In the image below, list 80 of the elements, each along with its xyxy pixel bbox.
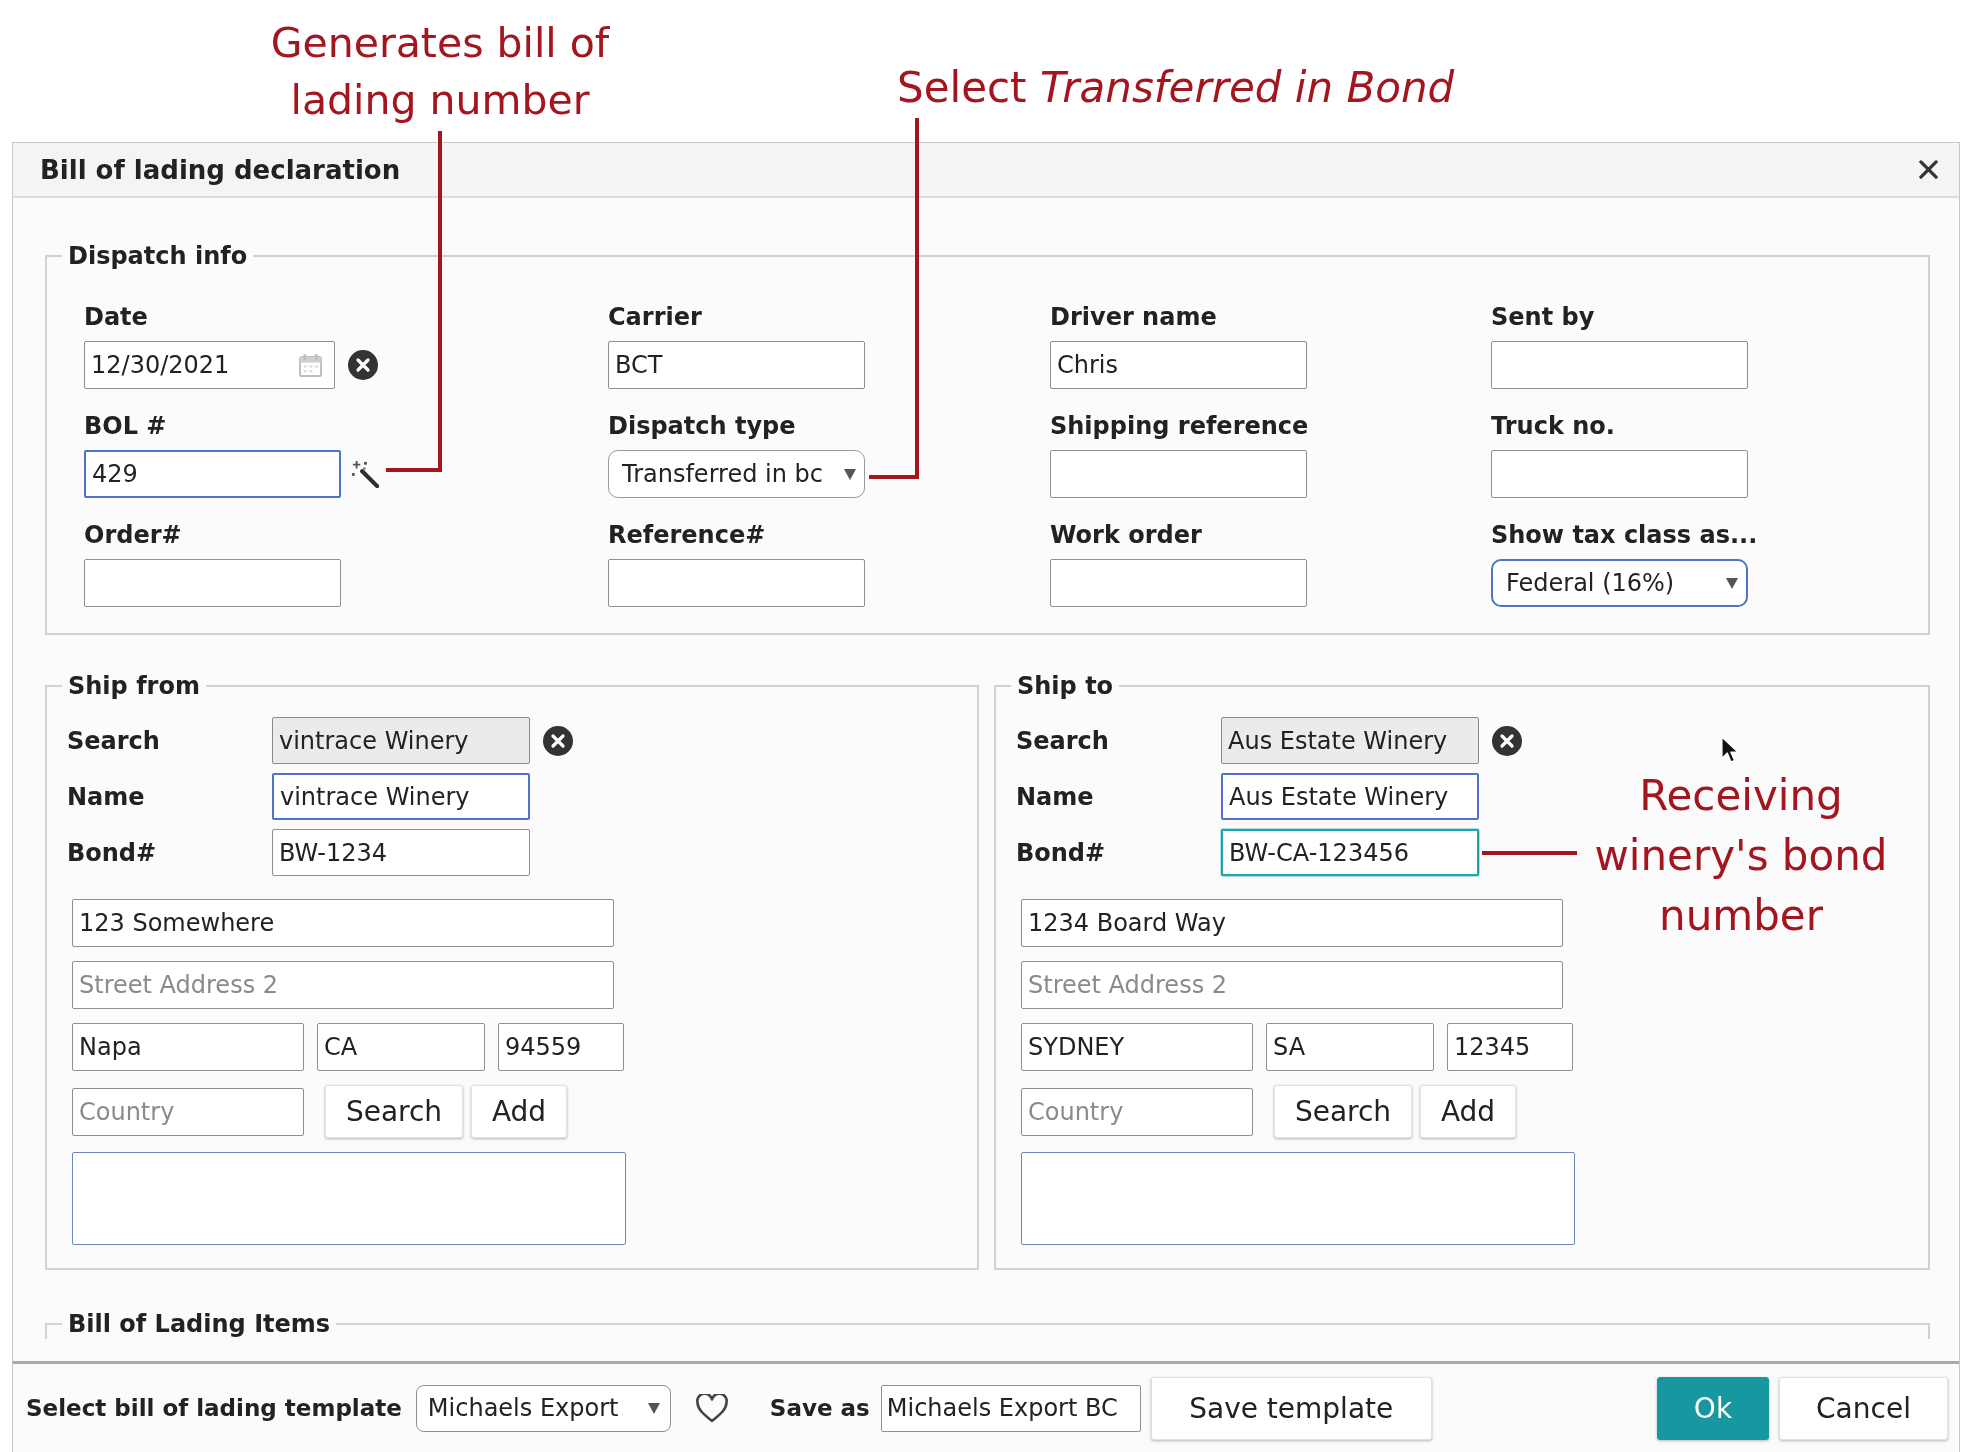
address-field[interactable]: Street Address 2 — [72, 961, 614, 1009]
text-field[interactable]: Chris — [1050, 341, 1307, 389]
field-label: Bond# — [67, 838, 158, 867]
text-field[interactable]: BW-CA-123456 — [1221, 829, 1479, 876]
add-button[interactable]: Add — [1420, 1085, 1516, 1138]
save-template-button[interactable]: Save template — [1150, 1376, 1432, 1440]
add-button[interactable]: Add — [471, 1085, 567, 1138]
text-field[interactable] — [608, 559, 865, 607]
section-title: Dispatch info — [67, 241, 249, 271]
field-label: Order# — [84, 520, 183, 550]
callout-text: Generates bill of lading number — [269, 18, 611, 126]
text-field[interactable] — [1050, 559, 1307, 607]
text-field[interactable]: BW-1234 — [272, 829, 530, 876]
clear-icon[interactable] — [543, 725, 573, 756]
country-field[interactable]: Country — [72, 1087, 304, 1136]
field-label: Work order — [1050, 520, 1203, 550]
text-field[interactable]: Aus Estate Winery — [1221, 717, 1479, 764]
heart-icon[interactable] — [695, 1393, 728, 1423]
date-field[interactable]: 12/30/2021 — [84, 341, 335, 389]
field-label: Search — [1016, 726, 1110, 755]
address-field[interactable]: Napa — [72, 1023, 304, 1071]
field-label: Name — [67, 782, 146, 811]
text-field[interactable] — [84, 559, 341, 607]
address-field[interactable]: 12345 — [1447, 1023, 1573, 1071]
text-field[interactable]: 429 — [84, 450, 341, 498]
address-field[interactable]: SA — [1266, 1023, 1434, 1071]
close-icon[interactable] — [1919, 160, 1938, 179]
field-label: Select bill of lading template — [26, 1395, 402, 1421]
field-label: Reference# — [608, 520, 767, 550]
calendar-icon[interactable] — [299, 353, 322, 377]
dropdown-select[interactable]: Federal (16%) — [1491, 559, 1748, 607]
caret-icon — [1726, 577, 1738, 589]
text-field[interactable]: vintrace Winery — [272, 773, 530, 820]
callout-text: Select Transferred in Bond — [897, 62, 1455, 114]
field-label: Show tax class as... — [1491, 520, 1759, 550]
field-label: BOL # — [84, 411, 168, 441]
text-field[interactable] — [1050, 450, 1307, 498]
dialog-title: Bill of lading declaration — [40, 154, 401, 185]
address-field[interactable]: 1234 Board Way — [1021, 899, 1563, 947]
address-field[interactable]: CA — [317, 1023, 485, 1071]
section-title: Bill of Lading Items — [67, 1309, 332, 1339]
search-button[interactable]: Search — [325, 1085, 463, 1138]
field-label: Date — [84, 302, 149, 332]
notes-field[interactable] — [72, 1152, 626, 1245]
field-label: Truck no. — [1491, 411, 1616, 441]
field-label: Driver name — [1050, 302, 1218, 332]
clear-icon[interactable] — [1492, 725, 1522, 756]
section-title: Ship to — [1016, 671, 1115, 701]
address-field[interactable]: Street Address 2 — [1021, 961, 1563, 1009]
notes-field[interactable] — [1021, 1152, 1575, 1245]
text-field[interactable] — [1491, 341, 1748, 389]
field-label: Bond# — [1016, 838, 1107, 867]
address-field[interactable]: SYDNEY — [1021, 1023, 1253, 1071]
address-field[interactable]: 94559 — [498, 1023, 624, 1071]
dropdown-select[interactable]: Transferred in bc — [608, 450, 865, 498]
search-button[interactable]: Search — [1274, 1085, 1412, 1138]
cursor-icon — [1721, 736, 1739, 763]
magic-wand-icon[interactable] — [351, 460, 379, 488]
text-field[interactable]: Aus Estate Winery — [1221, 773, 1479, 820]
field-label: Search — [67, 726, 161, 755]
section-title: Ship from — [67, 671, 201, 701]
field-label: Shipping reference — [1050, 411, 1310, 441]
address-field[interactable]: 123 Somewhere — [72, 899, 614, 947]
text-field[interactable]: vintrace Winery — [272, 717, 530, 764]
country-field[interactable]: Country — [1021, 1087, 1253, 1136]
ok-button[interactable]: Ok — [1657, 1376, 1769, 1440]
save-as-field[interactable]: Michaels Export BC — [880, 1384, 1141, 1432]
clear-icon[interactable] — [348, 350, 378, 380]
text-field[interactable] — [1491, 450, 1748, 498]
field-label: Carrier — [608, 302, 703, 332]
caret-icon — [647, 1402, 660, 1414]
caret-icon — [844, 468, 856, 480]
callout-text: Receiving winery's bond number — [1593, 770, 1889, 942]
field-label: Save as — [769, 1395, 870, 1421]
cancel-button[interactable]: Cancel — [1779, 1376, 1948, 1440]
template-select[interactable]: Michaels Export — [415, 1384, 671, 1432]
text-field[interactable]: BCT — [608, 341, 865, 389]
field-label: Name — [1016, 782, 1095, 811]
field-label: Sent by — [1491, 302, 1596, 332]
field-label: Dispatch type — [608, 411, 797, 441]
